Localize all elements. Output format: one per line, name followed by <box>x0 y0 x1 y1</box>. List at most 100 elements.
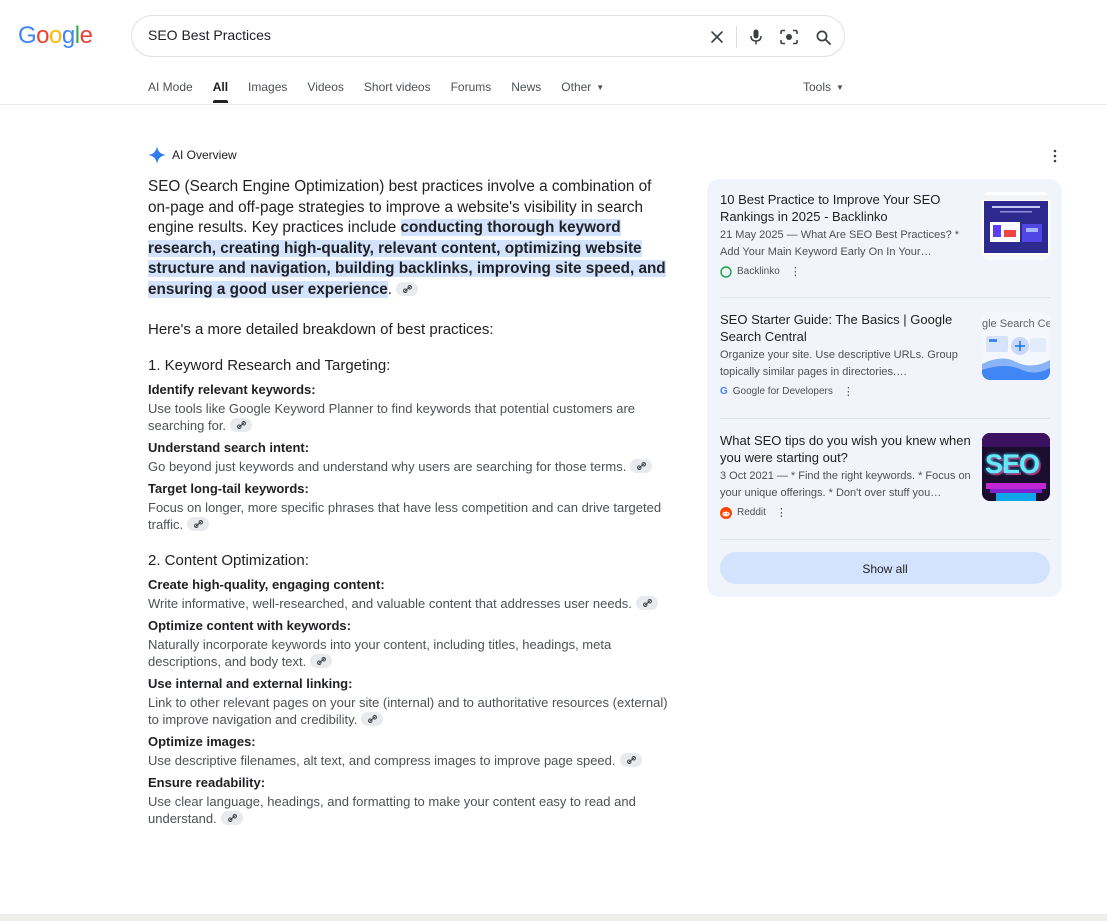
item-text-body: Use descriptive filenames, alt text, and… <box>148 752 616 768</box>
source-site: Backlinko ⋮ <box>720 265 1050 278</box>
citation-link-icon[interactable] <box>361 711 384 726</box>
item-text-body: Use tools like Google Keyword Planner to… <box>148 400 636 433</box>
search-icon[interactable] <box>812 26 834 48</box>
source-site-name: Reddit <box>737 507 766 518</box>
tab-short-videos[interactable]: Short videos <box>364 80 431 103</box>
citation-link-icon[interactable] <box>395 281 418 296</box>
source-divider <box>720 539 1050 540</box>
tab-label: Forums <box>450 80 492 94</box>
ai-overview-label: AI Overview <box>172 148 237 162</box>
item-title: Target long-tail keywords: <box>148 480 309 496</box>
source-more-icon[interactable]: ⋮ <box>776 506 787 519</box>
list-item: Target long-tail keywords: Focus on long… <box>148 480 670 533</box>
source-more-icon[interactable]: ⋮ <box>790 265 801 278</box>
intro-end: . <box>387 280 392 298</box>
source-site-name: Google for Developers <box>732 386 833 397</box>
lens-icon[interactable] <box>778 26 800 48</box>
logo-letter: g <box>61 22 75 49</box>
source-title[interactable]: SEO Starter Guide: The Basics | Google S… <box>720 312 976 345</box>
thumbnail-text: gle Search Cer <box>982 318 1050 330</box>
section-heading: 1. Keyword Research and Targeting: <box>148 356 391 374</box>
reddit-icon <box>720 506 732 519</box>
tab-label: Short videos <box>363 80 431 94</box>
source-divider <box>720 418 1050 419</box>
tab-news[interactable]: News <box>511 80 541 103</box>
google-icon: G <box>720 386 728 397</box>
mic-icon[interactable] <box>745 26 767 48</box>
item-title: Optimize content with keywords: <box>148 617 351 633</box>
item-title: Ensure readability: <box>148 774 266 790</box>
header-divider <box>0 104 1107 105</box>
breakdown-intro: Here's a more detailed breakdown of best… <box>148 320 494 338</box>
source-snippet: 21 May 2025 — What Are SEO Best Practice… <box>720 229 960 258</box>
source-site: Reddit ⋮ <box>720 506 1050 519</box>
logo-letter: o <box>36 22 50 49</box>
item-text-body: Focus on longer, more specific phrases t… <box>148 499 662 532</box>
tab-label: Other <box>561 80 592 94</box>
item-title: Identify relevant keywords: <box>148 381 316 397</box>
item-text: Naturally incorporate keywords into your… <box>148 636 670 670</box>
tab-label: News <box>511 80 542 94</box>
source-card[interactable]: 10 Best Practice to Improve Your SEO Ran… <box>720 192 1050 278</box>
source-title[interactable]: 10 Best Practice to Improve Your SEO Ran… <box>720 192 976 225</box>
item-title: Create high-quality, engaging content: <box>148 576 385 592</box>
item-text: Go beyond just keywords and understand w… <box>148 458 670 475</box>
close-icon[interactable] <box>706 26 728 48</box>
citation-link-icon[interactable] <box>630 458 653 473</box>
section-heading: 2. Content Optimization: <box>148 551 309 569</box>
google-logo[interactable]: Google <box>18 22 93 50</box>
source-title[interactable]: What SEO tips do you wish you knew when … <box>720 433 976 466</box>
thumbnail-text: SEO <box>985 449 1040 479</box>
list-item: Understand search intent: Go beyond just… <box>148 439 670 475</box>
tab-all[interactable]: All <box>212 80 229 103</box>
source-thumbnail[interactable]: SEO <box>982 433 1050 501</box>
bottom-bar <box>0 914 1107 921</box>
chevron-down-icon: ▼ <box>836 83 844 92</box>
list-item: Use internal and external linking: Link … <box>148 675 670 728</box>
list-item: Optimize content with keywords: Naturall… <box>148 617 670 670</box>
source-card[interactable]: What SEO tips do you wish you knew when … <box>720 433 1050 519</box>
item-text-body: Link to other relevant pages on your sit… <box>148 694 668 727</box>
source-thumbnail[interactable] <box>982 192 1050 260</box>
tools-button[interactable]: Tools ▼ <box>803 80 844 94</box>
source-site-name: Backlinko <box>737 266 780 277</box>
gemini-spark-icon <box>148 146 166 164</box>
citation-link-icon[interactable] <box>220 810 243 825</box>
tab-label: AI Mode <box>148 80 193 94</box>
list-item: Ensure readability: Use clear language, … <box>148 774 670 827</box>
citation-link-icon[interactable] <box>310 653 333 668</box>
tab-videos[interactable]: Videos <box>307 80 343 103</box>
source-card[interactable]: SEO Starter Guide: The Basics | Google S… <box>720 312 1050 398</box>
search-box <box>131 15 845 57</box>
citation-link-icon[interactable] <box>230 417 253 432</box>
item-text: Use tools like Google Keyword Planner to… <box>148 400 670 434</box>
more-options-icon[interactable] <box>1048 147 1062 165</box>
tab-label: All <box>212 80 229 94</box>
source-thumbnail[interactable]: gle Search Cer <box>982 312 1050 380</box>
tab-ai-mode[interactable]: AI Mode <box>148 80 193 103</box>
source-divider <box>720 297 1050 298</box>
list-item: Create high-quality, engaging content: W… <box>148 576 670 612</box>
item-title: Understand search intent: <box>148 439 310 455</box>
item-text-body: Go beyond just keywords and understand w… <box>148 458 627 474</box>
tab-images[interactable]: Images <box>248 80 287 103</box>
tab-other[interactable]: Other ▼ <box>561 80 604 103</box>
logo-letter: G <box>18 22 37 49</box>
tab-label: Images <box>248 80 288 94</box>
show-all-button[interactable]: Show all <box>720 552 1050 584</box>
citation-link-icon[interactable] <box>635 595 658 610</box>
sources-panel: 10 Best Practice to Improve Your SEO Ran… <box>707 179 1062 597</box>
item-text: Write informative, well-researched, and … <box>148 595 670 612</box>
item-text: Focus on longer, more specific phrases t… <box>148 499 670 533</box>
citation-link-icon[interactable] <box>187 516 210 531</box>
item-title: Optimize images: <box>148 733 256 749</box>
list-item: Optimize images: Use descriptive filenam… <box>148 733 670 769</box>
chevron-down-icon: ▼ <box>596 83 605 92</box>
tab-label: Videos <box>307 80 344 94</box>
search-input[interactable] <box>148 27 668 43</box>
citation-link-icon[interactable] <box>619 752 642 767</box>
backlinko-icon <box>720 265 732 278</box>
source-more-icon[interactable]: ⋮ <box>843 385 854 398</box>
tab-forums[interactable]: Forums <box>451 80 492 103</box>
logo-letter: e <box>79 22 93 49</box>
